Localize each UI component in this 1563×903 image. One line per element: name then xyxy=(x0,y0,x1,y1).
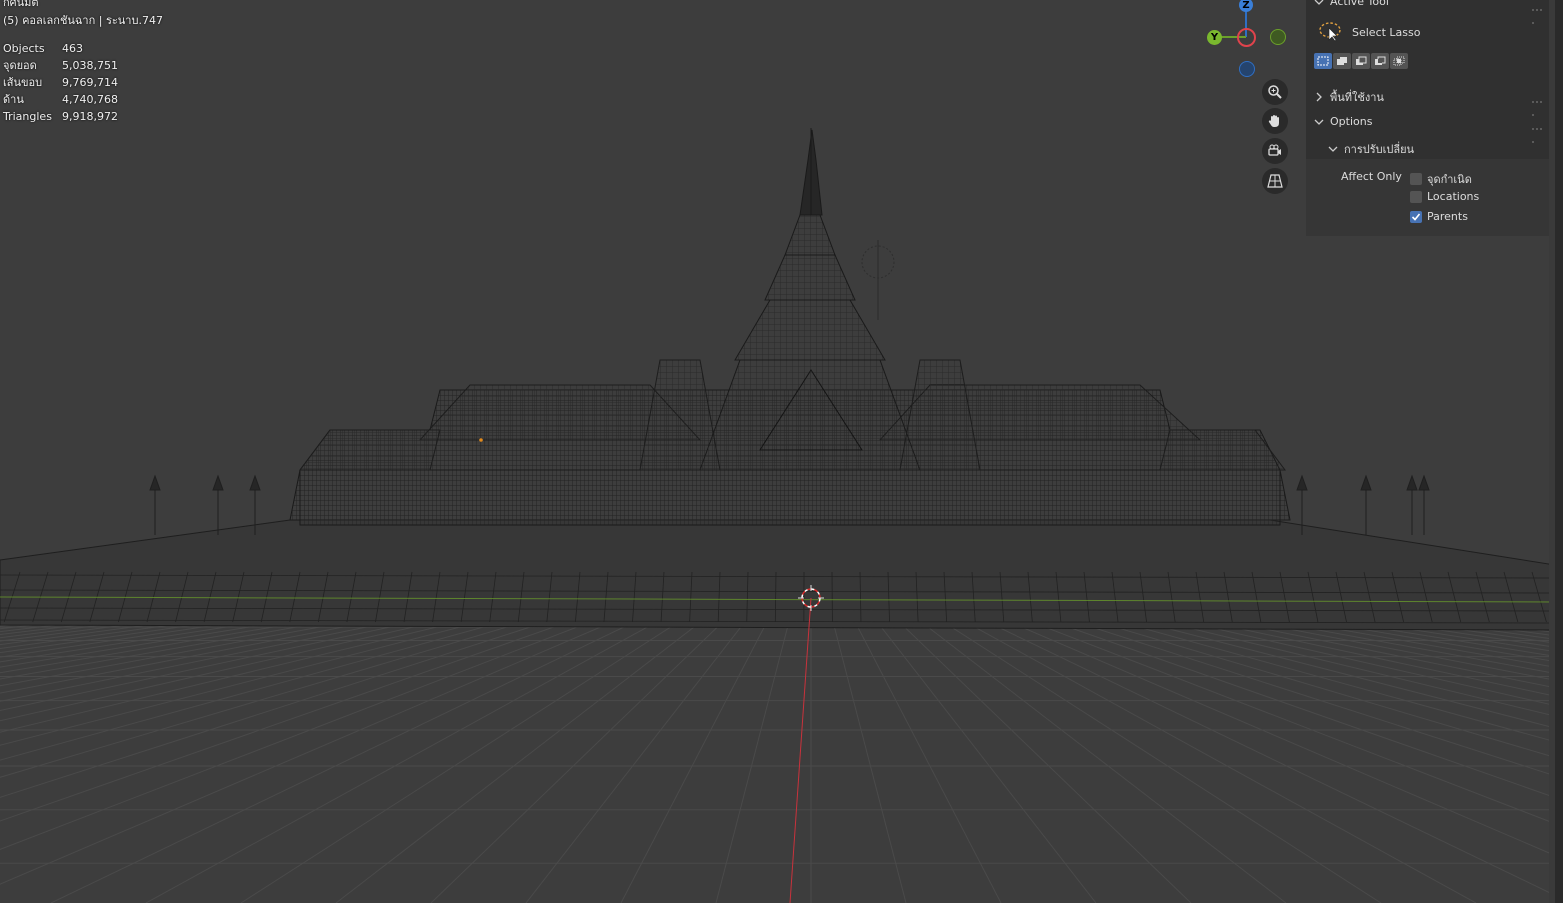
stat-value: 9,769,714 xyxy=(62,76,118,89)
select-extend-icon xyxy=(1337,57,1347,65)
active-tool-label: Active Tool xyxy=(1330,0,1389,8)
chevron-right-icon xyxy=(1316,92,1322,102)
lasso-select-icon xyxy=(1319,22,1341,42)
affect-parents-checkbox[interactable]: Parents xyxy=(1410,210,1468,223)
affect-only-box: Affect Only จุดกำเนิด Locations Parents xyxy=(1306,159,1549,236)
active-tool-row[interactable]: Select Lasso xyxy=(1318,20,1421,44)
mode-difference-button[interactable] xyxy=(1371,53,1389,69)
affect-origins-checkbox[interactable]: จุดกำเนิด xyxy=(1410,170,1472,188)
checkbox-box[interactable] xyxy=(1410,173,1422,185)
stat-value: 9,918,972 xyxy=(62,110,118,123)
affect-locations-checkbox[interactable]: Locations xyxy=(1410,190,1479,203)
selection-mode-group xyxy=(1314,53,1408,69)
options-label: Options xyxy=(1330,115,1373,128)
transform-label: การปรับเปลี่ยน xyxy=(1344,143,1415,156)
stat-label: Triangles xyxy=(3,110,52,123)
gizmo-y-axis[interactable]: Y xyxy=(1207,30,1222,45)
options-header[interactable]: Options xyxy=(1314,115,1372,128)
checkbox-box[interactable] xyxy=(1410,210,1422,223)
mode-extend-button[interactable] xyxy=(1333,53,1351,69)
mode-subtract-button[interactable] xyxy=(1352,53,1370,69)
stat-row: จุดยอด 5,038,751 xyxy=(3,57,118,74)
stat-value: 5,038,751 xyxy=(62,59,118,72)
tool-settings-panel: Active Tool Select Lasso พื้นที่ใช้งาน O… xyxy=(1306,0,1549,236)
checkbox-label: Locations xyxy=(1427,190,1480,203)
stat-label: Objects xyxy=(3,42,45,55)
stat-row: ด้าน 4,740,768 xyxy=(3,91,118,108)
drag-grip-icon[interactable] xyxy=(1531,120,1543,143)
temple-wireframe xyxy=(149,128,1430,535)
scene-statistics: Objects 463 จุดยอด 5,038,751 เส้นขอบ 9,769,… xyxy=(3,40,118,125)
checkbox-box[interactable] xyxy=(1410,190,1422,203)
stat-label: เส้นขอบ xyxy=(3,76,43,89)
gizmo-neg-z-axis[interactable] xyxy=(1239,61,1255,77)
grid-perspective-icon[interactable] xyxy=(1262,168,1288,194)
sidebar-tab-strip[interactable] xyxy=(1555,0,1563,903)
workspace-header[interactable]: พื้นที่ใช้งาน xyxy=(1314,88,1384,106)
gizmo-x-axis[interactable] xyxy=(1237,28,1256,47)
mode-set-button[interactable] xyxy=(1314,53,1332,69)
select-subtract-icon xyxy=(1356,56,1367,65)
zoom-icon[interactable] xyxy=(1262,79,1288,105)
gizmo-neg-y-axis[interactable] xyxy=(1270,29,1286,45)
mode-intersect-button[interactable] xyxy=(1390,53,1408,69)
workspace-label: พื้นที่ใช้งาน xyxy=(1330,91,1384,104)
checkbox-label: Parents xyxy=(1427,210,1468,223)
chevron-down-icon xyxy=(1328,146,1338,152)
drag-grip-icon[interactable] xyxy=(1531,93,1543,116)
ground-platform xyxy=(0,519,1556,631)
chevron-down-icon xyxy=(1314,0,1324,5)
hand-pan-icon[interactable] xyxy=(1262,108,1288,134)
select-intersect-icon xyxy=(1393,56,1405,66)
y-axis-line xyxy=(789,597,812,903)
camera-icon[interactable] xyxy=(1262,138,1288,164)
stat-row: Triangles 9,918,972 xyxy=(3,108,118,125)
tool-name: Select Lasso xyxy=(1352,25,1421,39)
chevron-down-icon xyxy=(1314,119,1324,125)
stat-row: เส้นขอบ 9,769,714 xyxy=(3,74,118,91)
stat-label: จุดยอด xyxy=(3,59,37,72)
stat-label: ด้าน xyxy=(3,93,24,106)
select-set-icon xyxy=(1317,56,1329,66)
select-difference-icon xyxy=(1375,56,1386,65)
drag-grip-icon[interactable] xyxy=(1531,1,1543,24)
transform-subheader[interactable]: การปรับเปลี่ยน xyxy=(1328,140,1414,158)
checkbox-label: จุดกำเนิด xyxy=(1427,173,1472,186)
viewport-title: กศนมต xyxy=(3,0,39,9)
active-tool-header[interactable]: Active Tool xyxy=(1314,0,1389,8)
stat-row: Objects 463 xyxy=(3,40,118,57)
stat-value: 463 xyxy=(62,42,83,55)
stat-value: 4,740,768 xyxy=(62,93,118,106)
checkmark-icon xyxy=(1411,212,1421,221)
collection-label: (5) คอลเลกชันฉาก | ระนาบ.747 xyxy=(3,14,163,27)
affect-only-label: Affect Only xyxy=(1341,170,1402,183)
